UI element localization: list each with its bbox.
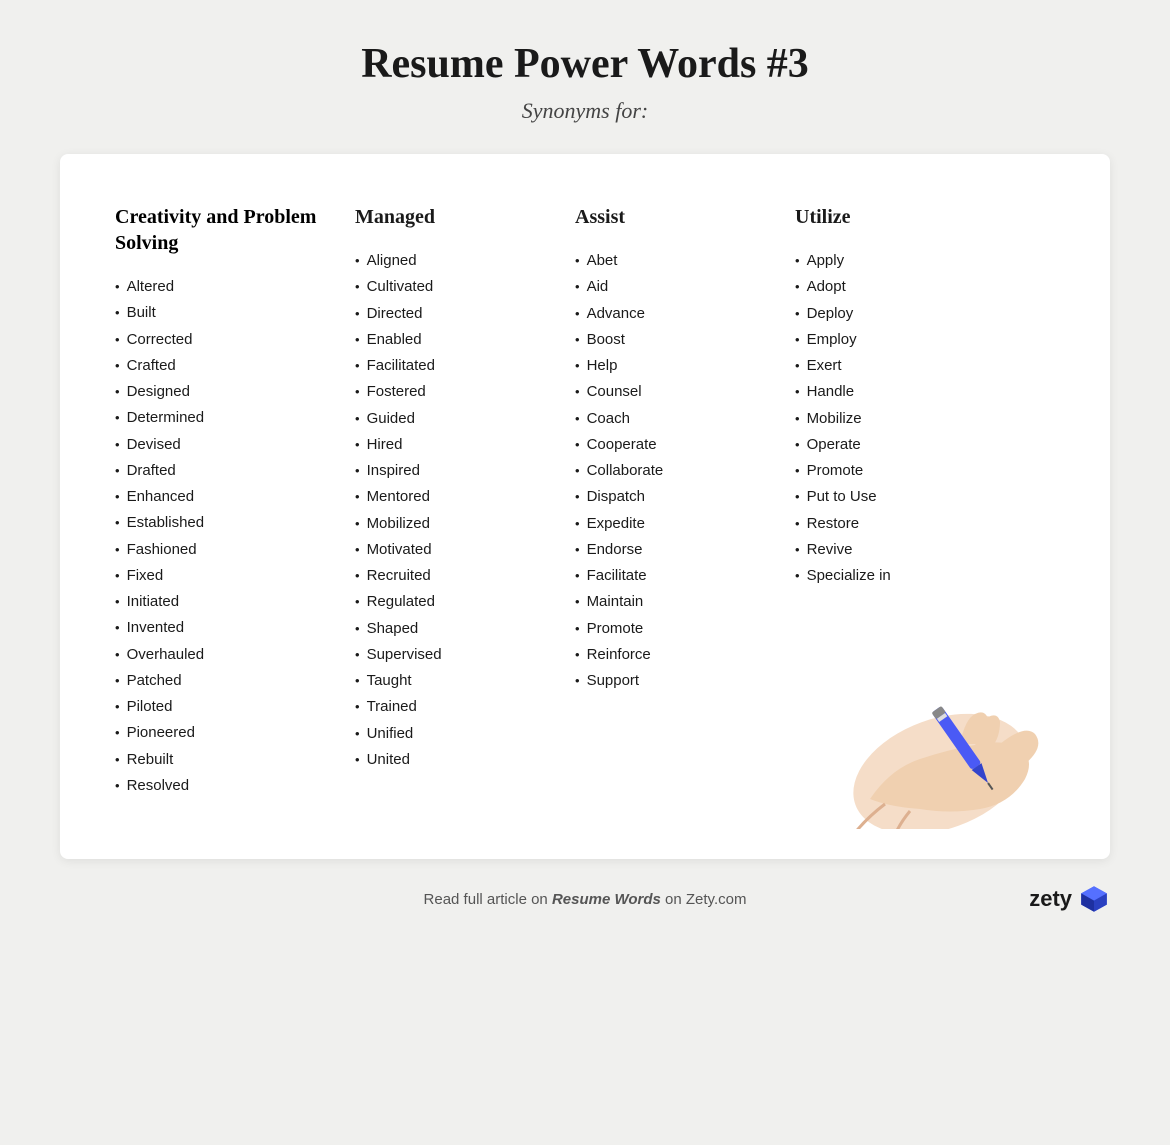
list-item: Expedite [575,511,775,537]
column-utilize: Utilize ApplyAdoptDeployEmployExertHandl… [795,204,995,589]
list-item: Cooperate [575,432,775,458]
list-item: Fashioned [115,537,335,563]
list-item: Handle [795,379,995,405]
list-item: Specialize in [795,563,995,589]
page-subtitle: Synonyms for: [522,98,648,124]
footer-text: Read full article on Resume Words on Zet… [410,891,760,908]
list-item: Facilitated [355,353,555,379]
list-item: Rebuilt [115,747,335,773]
list-item: Recruited [355,563,555,589]
list-item: Exert [795,353,995,379]
list-item: Piloted [115,694,335,720]
col2-list: AlignedCultivatedDirectedEnabledFacilita… [355,248,555,773]
list-item: Directed [355,301,555,327]
list-item: Fixed [115,563,335,589]
list-item: Help [575,353,775,379]
list-item: Shaped [355,616,555,642]
list-item: Aligned [355,248,555,274]
list-item: Guided [355,406,555,432]
list-item: Unified [355,721,555,747]
list-item: Regulated [355,589,555,615]
list-item: Motivated [355,537,555,563]
main-card: Creativity and Problem Solving AlteredBu… [60,154,1110,859]
list-item: Apply [795,248,995,274]
list-item: Employ [795,327,995,353]
page-title: Resume Power Words #3 [361,40,809,88]
list-item: Crafted [115,353,335,379]
list-item: Devised [115,432,335,458]
list-item: Put to Use [795,484,995,510]
list-item: Enhanced [115,484,335,510]
list-item: Built [115,300,335,326]
list-item: Inspired [355,458,555,484]
col3-header: Assist [575,204,775,230]
list-item: Invented [115,615,335,641]
list-item: Aid [575,274,775,300]
column-creativity: Creativity and Problem Solving AlteredBu… [115,204,335,799]
list-item: Deploy [795,301,995,327]
list-item: Support [575,668,775,694]
col1-header: Creativity and Problem Solving [115,204,335,256]
list-item: Designed [115,379,335,405]
list-item: Facilitate [575,563,775,589]
column-managed: Managed AlignedCultivatedDirectedEnabled… [355,204,555,773]
list-item: Revive [795,537,995,563]
list-item: Enabled [355,327,555,353]
list-item: Endorse [575,537,775,563]
column-assist: Assist AbetAidAdvanceBoostHelpCounselCoa… [575,204,775,694]
list-item: Mobilized [355,511,555,537]
list-item: Taught [355,668,555,694]
list-item: Pioneered [115,720,335,746]
col4-header: Utilize [795,204,995,230]
col2-header: Managed [355,204,555,230]
list-item: Dispatch [575,484,775,510]
zety-name: zety [1029,886,1072,912]
list-item: Adopt [795,274,995,300]
list-item: Overhauled [115,642,335,668]
zety-cube-icon [1078,883,1110,915]
list-item: Drafted [115,458,335,484]
list-item: Established [115,510,335,536]
list-item: United [355,747,555,773]
list-item: Counsel [575,379,775,405]
list-item: Initiated [115,589,335,615]
list-item: Promote [795,458,995,484]
list-item: Restore [795,511,995,537]
list-item: Mobilize [795,406,995,432]
zety-logo: zety [1029,883,1110,915]
list-item: Reinforce [575,642,775,668]
list-item: Altered [115,274,335,300]
list-item: Promote [575,616,775,642]
list-item: Operate [795,432,995,458]
list-item: Corrected [115,327,335,353]
list-item: Hired [355,432,555,458]
list-item: Supervised [355,642,555,668]
list-item: Abet [575,248,775,274]
footer-link-text: Resume Words [552,891,661,908]
list-item: Resolved [115,773,335,799]
hand-illustration [810,619,1070,829]
col4-list: ApplyAdoptDeployEmployExertHandleMobiliz… [795,248,995,589]
footer: Read full article on Resume Words on Zet… [60,883,1110,915]
list-item: Mentored [355,484,555,510]
list-item: Coach [575,406,775,432]
list-item: Determined [115,405,335,431]
list-item: Collaborate [575,458,775,484]
list-item: Patched [115,668,335,694]
list-item: Advance [575,301,775,327]
list-item: Trained [355,694,555,720]
col3-list: AbetAidAdvanceBoostHelpCounselCoachCoope… [575,248,775,694]
list-item: Boost [575,327,775,353]
list-item: Maintain [575,589,775,615]
col1-list: AlteredBuiltCorrectedCraftedDesignedDete… [115,274,335,799]
list-item: Cultivated [355,274,555,300]
list-item: Fostered [355,379,555,405]
